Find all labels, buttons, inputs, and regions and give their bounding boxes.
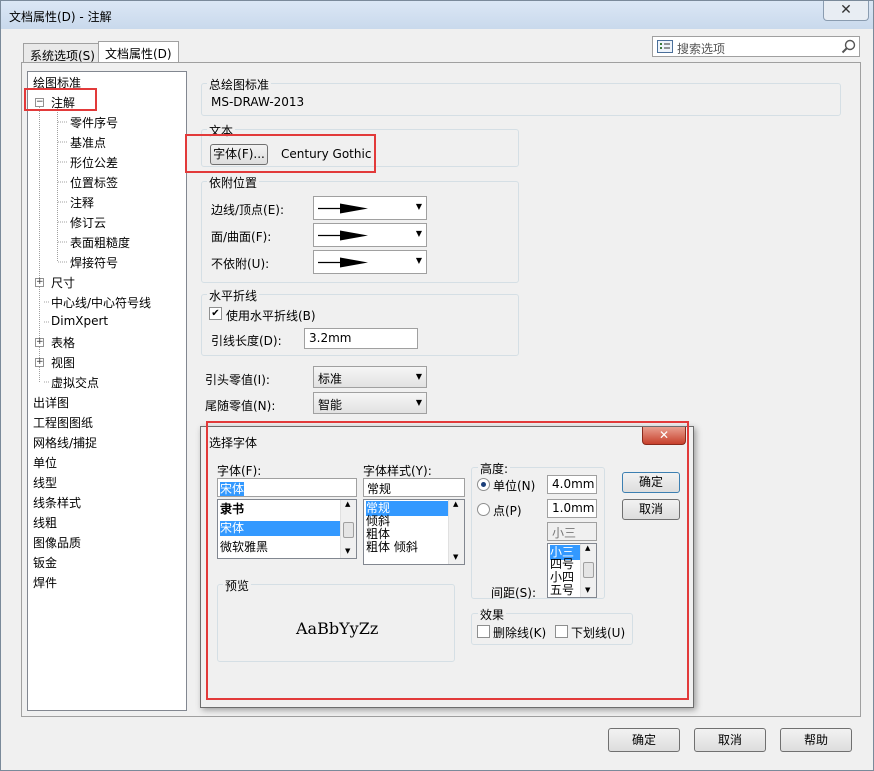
ok-button-label: 确定 bbox=[631, 733, 656, 747]
chevron-down-icon: ▼ bbox=[415, 229, 422, 238]
leading-zeros-label: 引头零值(I): bbox=[205, 373, 270, 387]
tree-item-sheet-metal[interactable]: 钣金 bbox=[33, 554, 57, 571]
tree-item-balloons[interactable]: 零件序号 bbox=[70, 114, 118, 131]
cancel-button[interactable]: 取消 bbox=[694, 728, 766, 752]
window-title: 文档属性(D) - 注解 bbox=[9, 10, 112, 24]
highlight-font-dialog bbox=[206, 421, 689, 700]
chevron-down-icon: ▼ bbox=[415, 256, 422, 265]
help-button-label: 帮助 bbox=[803, 733, 828, 747]
tree-item-dimxpert[interactable]: DimXpert bbox=[51, 314, 108, 328]
tree-item-revision-clouds[interactable]: 修订云 bbox=[70, 214, 106, 231]
leader-length-input[interactable]: 3.2mm bbox=[304, 328, 418, 349]
tree-item-dimensions[interactable]: 尺寸 bbox=[51, 274, 75, 291]
tab-system-options[interactable]: 系统选项(S) bbox=[23, 43, 102, 63]
tree-item-notes[interactable]: 注释 bbox=[70, 194, 94, 211]
tree-item-weldments[interactable]: 焊件 bbox=[33, 574, 57, 591]
chevron-down-icon: ▼ bbox=[415, 372, 422, 381]
trailing-zeros-select[interactable]: 智能 ▼ bbox=[313, 392, 427, 414]
options-list-icon bbox=[657, 40, 673, 53]
tree-item-datums[interactable]: 基准点 bbox=[70, 134, 106, 151]
tree-item-weld-symbols[interactable]: 焊接符号 bbox=[70, 254, 118, 271]
leading-zeros-select[interactable]: 标准 ▼ bbox=[313, 366, 427, 388]
leader-length-label: 引线长度(D): bbox=[211, 334, 282, 348]
tab-document-properties-label: 文档属性(D) bbox=[105, 47, 172, 61]
tree-item-line-style[interactable]: 线条样式 bbox=[33, 494, 81, 511]
ok-button[interactable]: 确定 bbox=[608, 728, 680, 752]
trailing-zeros-label: 尾随零值(N): bbox=[205, 399, 276, 413]
highlight-font bbox=[185, 134, 376, 173]
tab-document-properties[interactable]: 文档属性(D) bbox=[98, 41, 179, 63]
help-button[interactable]: 帮助 bbox=[780, 728, 852, 752]
filled-arrow-icon bbox=[318, 230, 368, 241]
close-button[interactable]: ✕ bbox=[823, 1, 869, 21]
search-options-box[interactable]: 搜索选项 bbox=[652, 36, 860, 57]
search-icon[interactable] bbox=[841, 39, 856, 54]
use-bent-leader-checkbox[interactable]: ✔ bbox=[209, 307, 222, 320]
tree-item-surface-finishes[interactable]: 表面粗糙度 bbox=[70, 234, 130, 251]
leader-length-value: 3.2mm bbox=[309, 331, 352, 345]
tree-item-views[interactable]: 视图 bbox=[51, 354, 75, 371]
face-surface-label: 面/曲面(F): bbox=[211, 230, 272, 244]
options-tree: 绘图标准 − 注解 零件序号 基准点 形位公差 位置标签 注释 修订云 表面粗糙… bbox=[27, 71, 187, 711]
tree-item-units[interactable]: 单位 bbox=[33, 454, 57, 471]
title-bar: 文档属性(D) - 注解 ✕ bbox=[1, 1, 873, 29]
document-properties-window: 文档属性(D) - 注解 ✕ 系统选项(S) 文档属性(D) 搜索选项 绘图标准… bbox=[0, 0, 874, 771]
tree-item-tables[interactable]: 表格 bbox=[51, 334, 75, 351]
bent-leader-group-label: 水平折线 bbox=[207, 287, 260, 304]
expand-icon[interactable]: + bbox=[35, 358, 44, 367]
expand-icon[interactable]: + bbox=[35, 278, 44, 287]
tree-item-centerlines[interactable]: 中心线/中心符号线 bbox=[51, 294, 151, 311]
face-surface-arrow-select[interactable]: ▼ bbox=[313, 223, 427, 247]
tree-item-location-labels[interactable]: 位置标签 bbox=[70, 174, 118, 191]
tree-item-line-font[interactable]: 线型 bbox=[33, 474, 57, 491]
filled-arrow-icon bbox=[318, 257, 368, 268]
filled-arrow-icon bbox=[318, 203, 368, 214]
tree-item-geometric-tolerances[interactable]: 形位公差 bbox=[70, 154, 118, 171]
use-bent-leader-label: 使用水平折线(B) bbox=[226, 309, 316, 323]
unattached-arrow-select[interactable]: ▼ bbox=[313, 250, 427, 274]
cancel-button-label: 取消 bbox=[717, 733, 742, 747]
tree-item-image-quality[interactable]: 图像品质 bbox=[33, 534, 81, 551]
tree-item-line-thickness[interactable]: 线粗 bbox=[33, 514, 57, 531]
tree-item-drawing-sheets[interactable]: 工程图图纸 bbox=[33, 414, 93, 431]
overall-standard-label: 总绘图标准 bbox=[207, 76, 272, 93]
expand-icon[interactable]: + bbox=[35, 338, 44, 347]
unattached-label: 不依附(U): bbox=[211, 257, 270, 271]
trailing-zeros-value: 智能 bbox=[318, 398, 343, 412]
overall-standard-value: MS-DRAW-2013 bbox=[211, 95, 305, 109]
chevron-down-icon: ▼ bbox=[415, 202, 422, 211]
search-placeholder: 搜索选项 bbox=[677, 42, 726, 56]
chevron-down-icon: ▼ bbox=[415, 398, 422, 407]
tab-system-options-label: 系统选项(S) bbox=[30, 49, 95, 63]
tree-item-virtual-sharps[interactable]: 虚拟交点 bbox=[51, 374, 99, 391]
close-icon: ✕ bbox=[840, 2, 852, 18]
edge-vertex-arrow-select[interactable]: ▼ bbox=[313, 196, 427, 220]
attachment-group-label: 依附位置 bbox=[207, 174, 260, 191]
highlight-annotations bbox=[24, 88, 97, 111]
tree-item-detailing[interactable]: 出详图 bbox=[33, 394, 69, 411]
tree-item-grid-snap[interactable]: 网格线/捕捉 bbox=[33, 434, 97, 451]
edge-vertex-label: 边线/顶点(E): bbox=[211, 203, 285, 217]
leading-zeros-value: 标准 bbox=[318, 372, 343, 386]
